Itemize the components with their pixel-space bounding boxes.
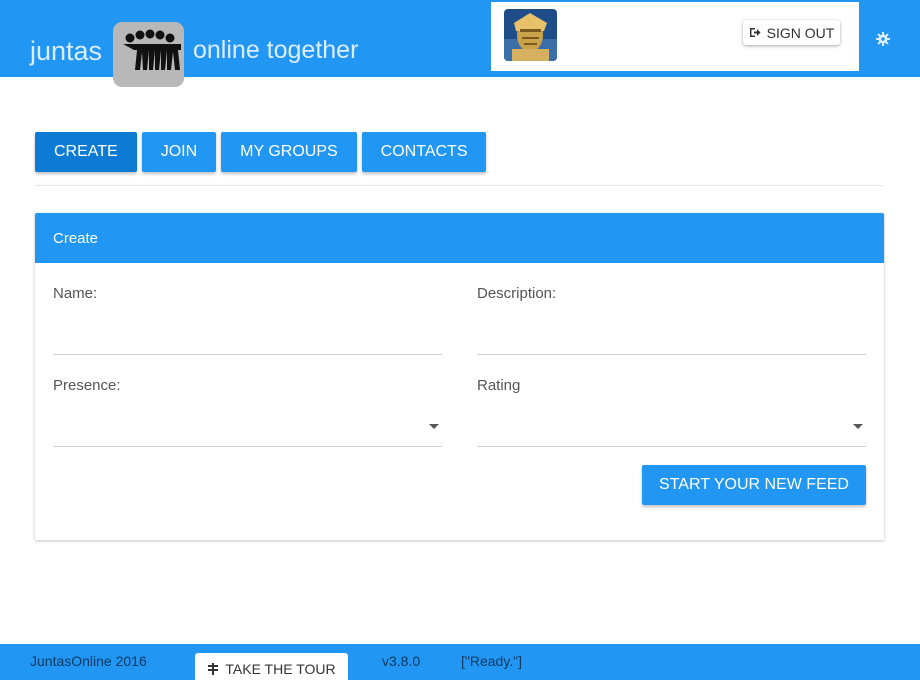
start-feed-button[interactable]: START YOUR NEW FEED: [642, 465, 866, 505]
gear-icon[interactable]: [876, 32, 890, 46]
rating-label: Rating: [477, 377, 521, 394]
name-underline: [53, 354, 442, 355]
sign-out-icon: [749, 28, 761, 37]
presence-field: Presence:: [53, 377, 442, 447]
signpost-icon: [208, 663, 219, 675]
name-input[interactable]: [53, 323, 442, 351]
brand-tagline: online together: [193, 36, 359, 64]
tab-contacts[interactable]: CONTACTS: [361, 132, 487, 172]
main-tabs: CREATE JOIN MY GROUPS CONTACTS: [35, 132, 487, 172]
name-field: Name:: [53, 285, 442, 355]
description-input[interactable]: [477, 323, 866, 351]
chevron-down-icon: [429, 424, 439, 429]
tab-my-groups[interactable]: MY GROUPS: [221, 132, 357, 172]
version-text: v3.8.0: [382, 653, 421, 669]
tab-create[interactable]: CREATE: [35, 132, 137, 172]
app-footer: JuntasOnline 2016 TAKE THE TOUR v3.8.0 […: [0, 644, 920, 680]
name-label: Name:: [53, 285, 98, 302]
create-panel: Create Name: Description: Presence: Rati…: [35, 213, 884, 540]
presence-underline: [53, 446, 442, 447]
user-panel: SIGN OUT: [491, 2, 859, 71]
sign-out-label: SIGN OUT: [766, 24, 835, 41]
app-header: juntas online together SIGN OUT: [0, 0, 920, 87]
chevron-down-icon: [853, 424, 863, 429]
tab-divider: [35, 185, 884, 186]
copyright-text: JuntasOnline 2016: [30, 653, 147, 669]
presence-select[interactable]: [53, 415, 442, 445]
take-tour-button[interactable]: TAKE THE TOUR: [195, 653, 348, 680]
rating-select[interactable]: [477, 415, 866, 445]
rating-underline: [477, 446, 866, 447]
status-text: ["Ready."]: [461, 653, 523, 669]
description-label: Description:: [477, 285, 557, 302]
sign-out-button[interactable]: SIGN OUT: [743, 20, 840, 45]
brand-name: juntas: [30, 36, 103, 66]
description-field: Description:: [477, 285, 866, 355]
take-tour-label: TAKE THE TOUR: [225, 661, 336, 677]
user-avatar[interactable]: [504, 9, 557, 61]
panel-title: Create: [35, 213, 884, 263]
group-logo-icon: [113, 22, 184, 87]
tab-join[interactable]: JOIN: [141, 132, 217, 172]
presence-label: Presence:: [53, 377, 121, 394]
description-underline: [477, 354, 866, 355]
rating-field: Rating: [477, 377, 866, 447]
